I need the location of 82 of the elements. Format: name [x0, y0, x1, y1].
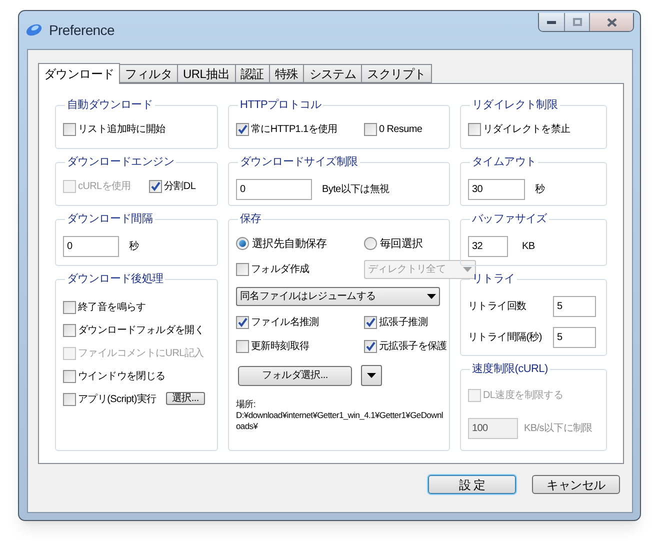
checkbox-label: 終了音を鳴らす	[78, 300, 146, 315]
group-title: ダウンロードサイズ制限	[239, 155, 359, 170]
label: リトライ間隔(秒)	[468, 330, 543, 344]
tab[interactable]: ダウンロード	[38, 63, 120, 84]
checkbox-label: 分割DL	[164, 180, 196, 194]
close-icon	[606, 18, 616, 26]
group-title: HTTPプロトコル	[239, 98, 322, 113]
input-field[interactable]: 30	[468, 178, 525, 200]
checkbox-label: DL速度を制限する	[483, 388, 564, 403]
caret-icon	[367, 373, 376, 378]
tab[interactable]: 特殊	[270, 64, 304, 83]
checkbox-label: アプリ(Script)実行	[78, 392, 156, 407]
close-button[interactable]	[590, 13, 633, 31]
group-title: リダイレクト制限	[471, 98, 559, 113]
checkbox[interactable]	[149, 180, 162, 193]
app-icon	[25, 22, 43, 38]
input-field[interactable]: 5	[553, 326, 596, 348]
location-label: 場所:	[236, 399, 257, 410]
checkbox-label: ダウンロードフォルダを開く	[78, 324, 204, 338]
label: リトライ回数	[468, 300, 528, 314]
dropdown[interactable]: 同名ファイルはレジュームする	[236, 287, 440, 306]
input-field[interactable]: 5	[553, 296, 596, 316]
label: Byte以下は無視	[322, 182, 390, 196]
tab[interactable]: システム	[304, 64, 362, 83]
checkbox-label: 更新時刻取得	[251, 340, 310, 354]
input-field[interactable]: 0	[63, 236, 119, 256]
checkbox-label: ファイル名推測	[251, 316, 319, 330]
input-field: 100	[468, 418, 518, 438]
checkbox-label: 0 Resume	[379, 123, 422, 137]
cancel-button[interactable]: キャンセル	[532, 475, 620, 494]
window-title: Preference	[49, 20, 114, 40]
caret-icon	[463, 267, 472, 272]
tab[interactable]: URL抽出	[178, 64, 236, 83]
group-title: 保存	[239, 212, 262, 227]
checkbox[interactable]	[468, 123, 481, 136]
input-field[interactable]: 0	[236, 178, 312, 200]
checkbox[interactable]	[236, 316, 249, 328]
group-title: ダウンロードエンジン	[66, 155, 176, 170]
checkbox[interactable]	[63, 393, 76, 406]
label: KB	[522, 240, 535, 254]
group-title: 速度制限(cURL)	[471, 362, 549, 377]
ok-button[interactable]: 設 定	[428, 475, 516, 494]
checkbox-label: cURLを使用	[78, 180, 131, 194]
checkbox[interactable]	[63, 123, 76, 136]
label: KB/s以下に制限	[524, 422, 592, 436]
checkbox[interactable]	[63, 324, 76, 337]
radio-label: 選択先自動保存	[252, 236, 327, 252]
group-title: 自動ダウンロード	[66, 98, 154, 113]
group-title: ダウンロード後処理	[66, 272, 164, 287]
tab[interactable]: フィルタ	[120, 64, 178, 83]
select-button[interactable]: 選択...	[166, 392, 205, 405]
label: 秒	[535, 182, 545, 196]
folder-select-button[interactable]: フォルダ選択...	[238, 366, 352, 386]
input-field[interactable]: 32	[468, 236, 508, 256]
group-title: バッファサイズ	[471, 212, 548, 227]
caret-icon	[427, 294, 436, 299]
checkbox-label: リダイレクトを禁止	[483, 122, 570, 137]
radio-label: 毎回選択	[380, 236, 423, 252]
checkbox[interactable]	[63, 301, 76, 314]
checkbox-label: ファイルコメントにURL記入	[78, 346, 204, 361]
checkbox[interactable]	[364, 316, 377, 328]
checkbox-label: フォルダ作成	[251, 262, 310, 277]
tab[interactable]: スクリプト	[362, 64, 432, 83]
checkbox[interactable]	[236, 340, 249, 352]
checkbox[interactable]	[364, 340, 377, 352]
checkbox-label: 拡張子推測	[379, 316, 428, 330]
dropdown: ディレクトリ全て	[364, 260, 476, 279]
checkbox-label: 元拡張子を保護	[379, 340, 447, 354]
checkbox[interactable]	[236, 263, 249, 276]
dropdown-arrow-button[interactable]	[361, 365, 382, 386]
group-title: タイムアウト	[471, 155, 538, 170]
checkbox[interactable]	[63, 370, 76, 383]
checkbox-label: 常にHTTP1.1を使用	[251, 122, 338, 137]
label: 秒	[129, 240, 139, 254]
location-path: D:¥download¥internet¥Getter1_win_4.1¥Getter1¥GeDownloads¥	[236, 410, 444, 432]
tab[interactable]: 認証	[236, 64, 270, 83]
checkbox[interactable]	[236, 123, 249, 136]
checkbox-label: ウインドウを閉じる	[78, 370, 166, 384]
checkbox[interactable]	[364, 123, 377, 136]
minimize-button[interactable]	[539, 13, 565, 31]
checkbox-label: リスト追加時に開始	[78, 122, 166, 137]
group-title: ダウンロード間隔	[66, 212, 154, 227]
